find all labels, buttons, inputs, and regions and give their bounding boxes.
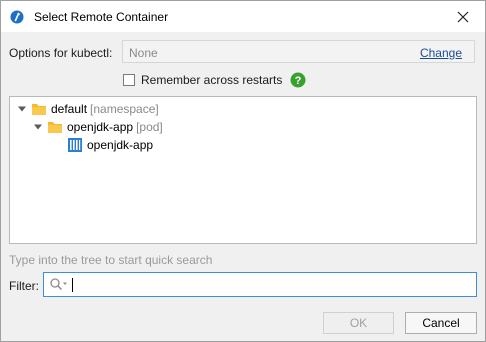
- remember-row: Remember across restarts ?: [123, 71, 306, 89]
- select-remote-container-dialog: Select Remote Container Options for kube…: [0, 0, 486, 342]
- text-caret: [72, 278, 73, 292]
- title-bar: Select Remote Container: [1, 1, 485, 32]
- quick-search-hint: Type into the tree to start quick search: [9, 253, 213, 267]
- window-title: Select Remote Container: [34, 10, 169, 24]
- expand-arrow-icon[interactable]: [33, 122, 43, 132]
- remember-label[interactable]: Remember across restarts: [141, 73, 282, 87]
- folder-icon: [32, 104, 46, 115]
- tree-node-label: openjdk-app: [67, 120, 134, 134]
- tree-node-type: [pod]: [136, 120, 163, 134]
- folder-icon: [48, 122, 62, 133]
- kubectl-options-field: None Change: [122, 40, 475, 63]
- ok-button[interactable]: OK: [323, 312, 394, 334]
- cancel-button[interactable]: Cancel: [405, 312, 477, 334]
- tree-node-label: default: [51, 102, 88, 116]
- tree-node-namespace[interactable]: default [namespace]: [17, 100, 159, 118]
- kubectl-options-value: None: [129, 46, 158, 60]
- filter-field[interactable]: [43, 272, 477, 297]
- svg-text:?: ?: [295, 75, 302, 87]
- tree-node-container[interactable]: openjdk-app: [67, 136, 153, 154]
- help-icon[interactable]: ?: [290, 72, 306, 88]
- container-icon: [68, 138, 82, 152]
- container-tree[interactable]: default [namespace] openjdk-app [pod] op…: [9, 96, 477, 244]
- expand-arrow-icon[interactable]: [17, 104, 27, 114]
- close-button[interactable]: [449, 5, 477, 29]
- tree-node-label: openjdk-app: [87, 138, 154, 152]
- filter-input[interactable]: [72, 276, 470, 293]
- change-link[interactable]: Change: [420, 46, 462, 60]
- remember-checkbox[interactable]: [123, 74, 135, 86]
- app-icon: [10, 10, 24, 24]
- filter-label: Filter:: [9, 279, 39, 293]
- kubectl-options-label: Options for kubectl:: [9, 46, 113, 60]
- tree-node-pod[interactable]: openjdk-app [pod]: [33, 118, 163, 136]
- close-icon: [457, 11, 469, 23]
- search-icon[interactable]: [49, 277, 69, 292]
- tree-node-type: [namespace]: [90, 102, 159, 116]
